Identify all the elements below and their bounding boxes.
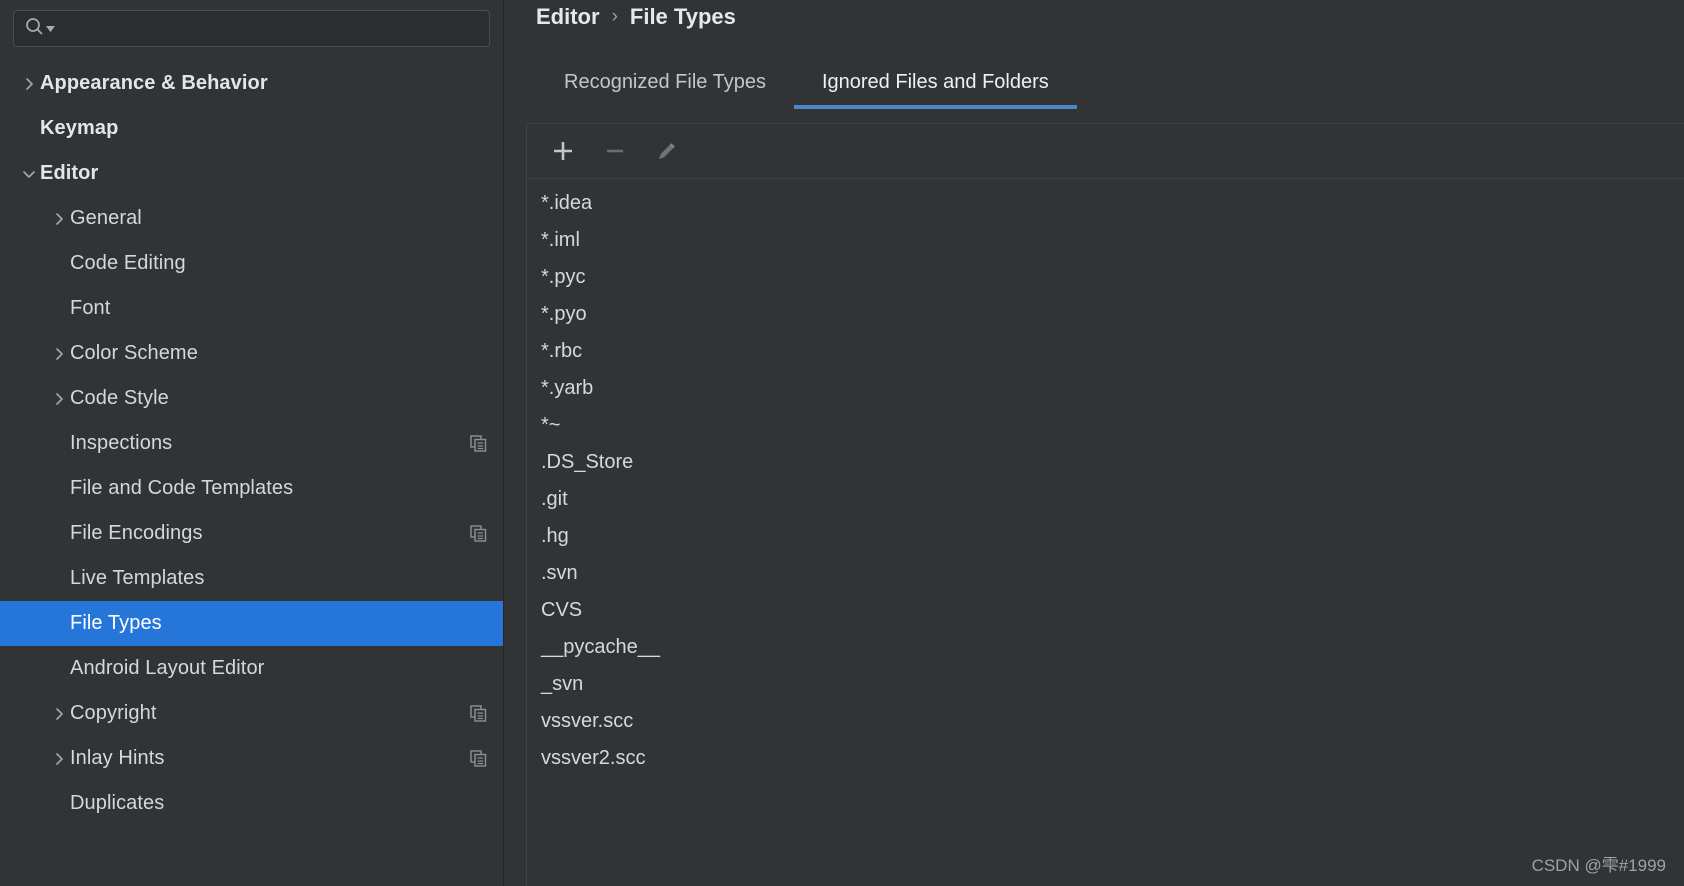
sidebar-item-appearance-behavior[interactable]: Appearance & Behavior: [0, 61, 503, 106]
breadcrumb-parent[interactable]: Editor: [536, 4, 600, 30]
sidebar-item-label: Editor: [40, 162, 99, 184]
list-item[interactable]: .hg: [527, 518, 1684, 555]
sidebar-item-label: Inlay Hints: [70, 747, 165, 769]
breadcrumb-separator-icon: ›: [611, 6, 618, 27]
list-item[interactable]: vssver2.scc: [527, 740, 1684, 777]
watermark: CSDN @雫#1999: [1531, 856, 1666, 875]
remove-button[interactable]: [593, 131, 637, 171]
sidebar-item-label: File Types: [70, 612, 162, 634]
list-item[interactable]: *.pyc: [527, 259, 1684, 296]
breadcrumb-current: File Types: [629, 4, 736, 29]
settings-content: Editor › File Types Recognized File Type…: [504, 0, 1684, 886]
sidebar-item-label: Duplicates: [70, 792, 165, 814]
chevron-right-icon[interactable]: [18, 77, 40, 91]
chevron-right-icon[interactable]: [48, 752, 70, 766]
list-item[interactable]: *.yarb: [527, 370, 1684, 407]
sidebar-item-color-scheme[interactable]: Color Scheme: [0, 331, 503, 376]
sidebar-item-file-and-code-templates[interactable]: File and Code Templates: [0, 466, 503, 511]
list-item[interactable]: .git: [527, 481, 1684, 518]
sidebar-item-label: Code Style: [70, 387, 169, 409]
sidebar-item-general[interactable]: General: [0, 196, 503, 241]
chevron-right-icon[interactable]: [48, 707, 70, 721]
sidebar-item-label: Copyright: [70, 702, 157, 724]
ignored-files-list[interactable]: *.idea *.iml *.pyc *.pyo *.rbc *.yarb *~ .DS_St…: [527, 179, 1684, 886]
file-types-tabs: Recognized File Types Ignored Files and F…: [504, 56, 1684, 109]
sidebar-item-label: File and Code Templates: [70, 477, 294, 499]
search-icon: [25, 17, 44, 41]
sidebar-item-label: Android Layout Editor: [70, 657, 265, 679]
chevron-right-icon[interactable]: [48, 392, 70, 406]
sidebar-item-label: Font: [70, 297, 111, 319]
sidebar-item-inspections[interactable]: Inspections: [0, 421, 503, 466]
ignored-files-panel: *.idea *.iml *.pyc *.pyo *.rbc *.yarb *~ .DS_St…: [526, 123, 1684, 886]
sidebar-item-live-templates[interactable]: Live Templates: [0, 556, 503, 601]
sidebar-item-copyright[interactable]: Copyright: [0, 691, 503, 736]
sidebar-item-keymap[interactable]: Keymap: [0, 106, 503, 151]
chevron-down-icon[interactable]: [18, 167, 40, 181]
list-item[interactable]: *.iml: [527, 222, 1684, 259]
copy-icon[interactable]: [470, 525, 487, 542]
tab-ignored-files-and-folders[interactable]: Ignored Files and Folders: [793, 56, 1077, 109]
sidebar-item-android-layout-editor[interactable]: Android Layout Editor: [0, 646, 503, 691]
sidebar-item-inlay-hints[interactable]: Inlay Hints: [0, 736, 503, 781]
tab-recognized-file-types[interactable]: Recognized File Types: [536, 56, 794, 109]
sidebar-item-label: Inspections: [70, 432, 173, 454]
sidebar-item-label: File Encodings: [70, 522, 203, 544]
sidebar-item-label: General: [70, 207, 142, 229]
list-item[interactable]: .svn: [527, 555, 1684, 592]
add-button[interactable]: [541, 131, 585, 171]
sidebar-item-label: Color Scheme: [70, 342, 198, 364]
copy-icon[interactable]: [470, 705, 487, 722]
list-item[interactable]: vssver.scc: [527, 703, 1684, 740]
settings-sidebar: Appearance & Behavior Keymap Editor General…: [0, 0, 504, 886]
sidebar-search-area: [0, 0, 503, 47]
list-toolbar: [527, 124, 1684, 179]
sidebar-item-editor[interactable]: Editor: [0, 151, 503, 196]
sidebar-item-label: Appearance & Behavior: [40, 72, 268, 94]
edit-button[interactable]: [645, 131, 689, 171]
search-icon-group[interactable]: [25, 17, 55, 41]
sidebar-item-label: Keymap: [40, 117, 119, 139]
list-item[interactable]: *.idea: [527, 185, 1684, 222]
chevron-right-icon[interactable]: [48, 212, 70, 226]
list-item[interactable]: *.pyo: [527, 296, 1684, 333]
settings-dialog: Appearance & Behavior Keymap Editor General…: [0, 0, 1684, 886]
search-box[interactable]: [13, 10, 490, 47]
sidebar-item-code-style[interactable]: Code Style: [0, 376, 503, 421]
sidebar-item-label: Live Templates: [70, 567, 205, 589]
sidebar-item-duplicates[interactable]: Duplicates: [0, 781, 503, 826]
caret-down-icon[interactable]: [46, 20, 55, 38]
search-input[interactable]: [55, 11, 489, 46]
sidebar-item-code-editing[interactable]: Code Editing: [0, 241, 503, 286]
chevron-right-icon[interactable]: [48, 347, 70, 361]
sidebar-item-file-encodings[interactable]: File Encodings: [0, 511, 503, 556]
list-item[interactable]: __pycache__: [527, 629, 1684, 666]
list-item[interactable]: *.rbc: [527, 333, 1684, 370]
list-item[interactable]: *~: [527, 407, 1684, 444]
breadcrumb: Editor › File Types: [504, 0, 1684, 34]
list-item[interactable]: .DS_Store: [527, 444, 1684, 481]
copy-icon[interactable]: [470, 750, 487, 767]
settings-tree: Appearance & Behavior Keymap Editor General…: [0, 61, 503, 826]
sidebar-item-file-types[interactable]: File Types: [0, 601, 503, 646]
copy-icon[interactable]: [470, 435, 487, 452]
list-item[interactable]: CVS: [527, 592, 1684, 629]
sidebar-item-font[interactable]: Font: [0, 286, 503, 331]
list-item[interactable]: _svn: [527, 666, 1684, 703]
sidebar-item-label: Code Editing: [70, 252, 186, 274]
